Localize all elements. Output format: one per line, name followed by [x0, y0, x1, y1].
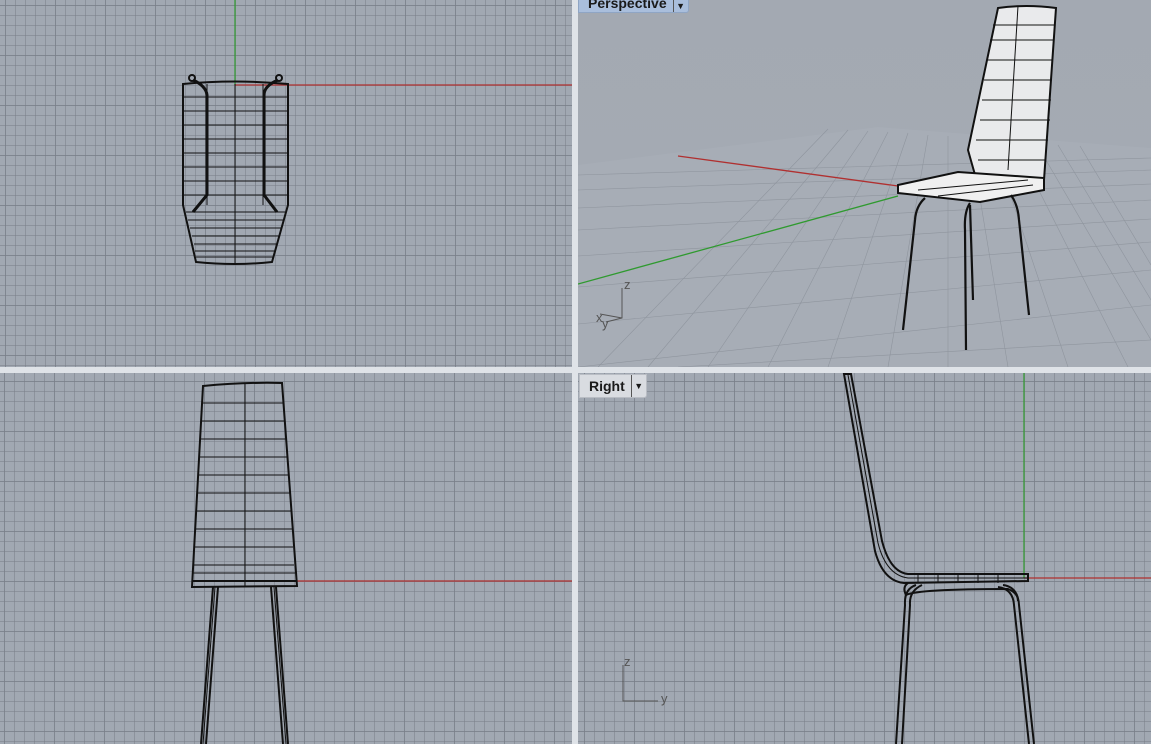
right-viewport-tab[interactable]: Right ▼ [579, 374, 647, 398]
axis-widget-right: z y [622, 654, 668, 706]
viewport-title[interactable]: Right [580, 375, 631, 397]
viewport-title[interactable]: Perspective [579, 0, 673, 11]
chair-right-wireframe [842, 373, 1035, 744]
axis-label-y: y [602, 316, 609, 331]
ground-plane [578, 127, 1151, 367]
right-viewport-canvas: z y [622, 373, 1151, 744]
axis-label-z: z [624, 277, 631, 292]
top-viewport[interactable] [0, 0, 572, 367]
rhino-workspace: z x y Perspective ▼ z y Right ▼ [0, 0, 1151, 744]
perspective-viewport[interactable]: z x y Perspective ▼ [578, 0, 1151, 367]
front-viewport-canvas [190, 381, 572, 744]
axis-label-y: y [661, 691, 668, 706]
dropdown-arrow-icon[interactable]: ▼ [672, 0, 688, 12]
front-viewport[interactable] [0, 373, 572, 744]
perspective-viewport-canvas: z x y [578, 5, 1151, 367]
perspective-viewport-tab[interactable]: Perspective ▼ [578, 0, 689, 13]
top-viewport-canvas [182, 0, 572, 265]
chair-top-wireframe [182, 74, 289, 265]
dropdown-arrow-icon[interactable]: ▼ [630, 375, 646, 397]
axis-label-z: z [624, 654, 631, 669]
chair-front-wireframe [190, 381, 299, 744]
right-viewport[interactable]: z y Right ▼ [578, 373, 1151, 744]
